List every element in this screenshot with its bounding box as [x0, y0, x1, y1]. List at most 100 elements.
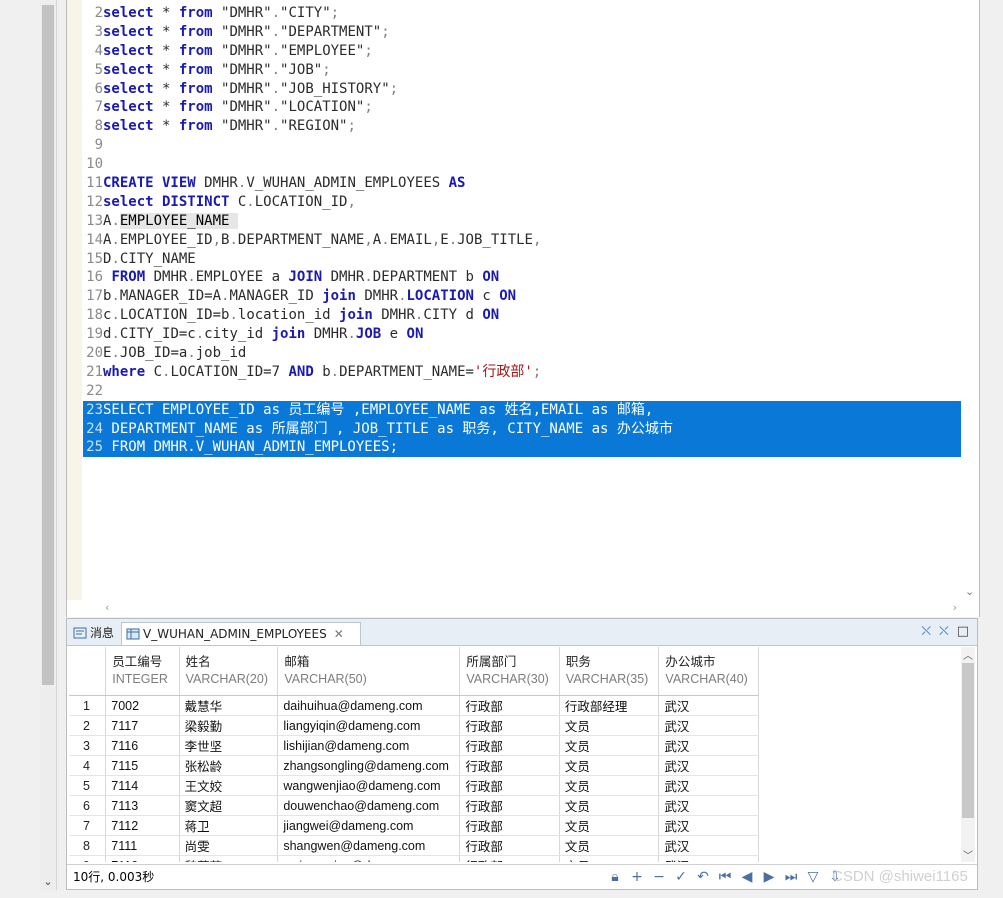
table-cell[interactable]: 行政部: [459, 795, 560, 816]
row-number[interactable]: 3: [69, 735, 107, 756]
scroll-right-icon[interactable]: ›: [953, 601, 957, 614]
next-page-icon[interactable]: ▶: [761, 865, 777, 889]
pin-all-icon[interactable]: ⛌: [939, 624, 949, 639]
table-cell[interactable]: 武汉: [658, 715, 759, 736]
row-number[interactable]: 8: [69, 835, 107, 856]
table-cell[interactable]: 王文姣: [179, 775, 279, 796]
table-cell[interactable]: 7002: [105, 695, 180, 716]
code-line[interactable]: 6select * from "DMHR"."JOB_HISTORY";: [83, 80, 961, 99]
prev-page-icon[interactable]: ◀: [739, 865, 755, 889]
table-cell[interactable]: 武汉: [658, 775, 759, 796]
code-line[interactable]: 4select * from "DMHR"."EMPLOYEE";: [83, 42, 961, 61]
table-row[interactable]: 7 7112 蒋卫 jiangwei@dameng.com 行政部 文员 武汉: [69, 815, 759, 836]
table-cell[interactable]: daihuihua@dameng.com: [277, 695, 461, 716]
row-number[interactable]: 6: [69, 795, 107, 816]
code-line[interactable]: 17b.MANAGER_ID=A.MANAGER_ID join DMHR.LO…: [83, 287, 961, 306]
table-cell[interactable]: 行政部: [459, 735, 560, 756]
code-line[interactable]: 3select * from "DMHR"."DEPARTMENT";: [83, 23, 961, 42]
code-line[interactable]: 5select * from "DMHR"."JOB";: [83, 61, 961, 80]
table-cell[interactable]: 武汉: [658, 795, 759, 816]
scroll-down-icon[interactable]: ⌄: [965, 585, 974, 598]
table-cell[interactable]: 行政部: [459, 855, 560, 862]
table-cell[interactable]: zhangsongling@dameng.com: [277, 755, 461, 776]
row-number[interactable]: 7: [69, 815, 107, 836]
table-cell[interactable]: 7112: [105, 815, 180, 836]
table-cell[interactable]: 窦文超: [179, 795, 279, 816]
editor-horizontal-scrollbar[interactable]: ‹ ›: [97, 601, 961, 615]
table-cell[interactable]: 文员: [559, 775, 660, 796]
column-header[interactable]: 办公城市 VARCHAR(40): [658, 647, 759, 696]
outer-vertical-scrollbar[interactable]: ⌄: [40, 0, 57, 890]
undo-icon[interactable]: ↶: [695, 865, 711, 889]
table-cell[interactable]: jiangwei@dameng.com: [277, 815, 461, 836]
code-line[interactable]: 20E.JOB_ID=a.job_id: [83, 344, 961, 363]
table-cell[interactable]: 7114: [105, 775, 180, 796]
table-row[interactable]: 6 7113 窦文超 douwenchao@dameng.com 行政部 文员 武汉: [69, 795, 759, 816]
table-cell[interactable]: liangyiqin@dameng.com: [277, 715, 461, 736]
table-row[interactable]: 3 7116 李世坚 lishijian@dameng.com 行政部 文员 武汉: [69, 735, 759, 756]
table-cell[interactable]: 文员: [559, 755, 660, 776]
scroll-left-icon[interactable]: ‹: [105, 601, 109, 614]
result-vertical-scrollbar[interactable]: ︿ ﹀: [961, 647, 975, 862]
code-line[interactable]: 18c.LOCATION_ID=b.location_id join DMHR.…: [83, 306, 961, 325]
table-cell[interactable]: 行政部: [459, 695, 560, 716]
code-line[interactable]: 23SELECT EMPLOYEE_ID as 员工编号 ,EMPLOYEE_N…: [83, 400, 961, 420]
last-page-icon[interactable]: ⏭: [783, 865, 799, 889]
code-line[interactable]: 24 DEPARTMENT_NAME as 所属部门 , JOB_TITLE a…: [83, 419, 961, 439]
table-cell[interactable]: 行政部: [459, 715, 560, 736]
table-cell[interactable]: 魏蓉萍: [179, 855, 279, 862]
row-number[interactable]: 2: [69, 715, 107, 736]
table-cell[interactable]: 梁毅勤: [179, 715, 279, 736]
table-cell[interactable]: lishijian@dameng.com: [277, 735, 461, 756]
row-number[interactable]: 9: [69, 855, 107, 862]
table-cell[interactable]: 文员: [559, 855, 660, 862]
commit-icon[interactable]: ✓: [673, 865, 689, 889]
table-cell[interactable]: 张松龄: [179, 755, 279, 776]
table-cell[interactable]: 武汉: [658, 855, 759, 862]
sql-editor[interactable]: 2select * from "DMHR"."CITY"; 3select * f…: [66, 0, 980, 617]
result-grid[interactable]: 员工编号 INTEGER 姓名 VARCHAR(20) 邮箱 VARCHAR(50) 所属部…: [69, 647, 759, 862]
tab-messages[interactable]: 消息: [69, 622, 118, 644]
column-header[interactable]: 所属部门 VARCHAR(30): [459, 647, 560, 696]
table-cell[interactable]: wangwenjiao@dameng.com: [277, 775, 461, 796]
pin-icon[interactable]: ⛌: [921, 624, 931, 639]
table-cell[interactable]: 文员: [559, 795, 660, 816]
table-row[interactable]: 97110魏蓉萍weirongping@dameng.com行政部文员武汉: [69, 855, 759, 862]
result-scroll-thumb[interactable]: [962, 663, 974, 818]
code-line[interactable]: 14A.EMPLOYEE_ID,B.DEPARTMENT_NAME,A.EMAI…: [83, 231, 961, 250]
table-row[interactable]: 4 7115 张松龄 zhangsongling@dameng.com 行政部 文员 武汉: [69, 755, 759, 776]
table-cell[interactable]: douwenchao@dameng.com: [277, 795, 461, 816]
row-number[interactable]: 5: [69, 775, 107, 796]
lock-icon[interactable]: 🔒︎: [607, 865, 623, 889]
table-cell[interactable]: 蒋卫: [179, 815, 279, 836]
table-row[interactable]: 2 7117 梁毅勤 liangyiqin@dameng.com 行政部 文员 武汉: [69, 715, 759, 736]
table-cell[interactable]: 武汉: [658, 755, 759, 776]
code-line[interactable]: 21where C.LOCATION_ID=7 AND b.DEPARTMENT…: [83, 363, 961, 382]
row-number[interactable]: 1: [69, 695, 107, 716]
table-row[interactable]: 5 7114 王文姣 wangwenjiao@dameng.com 行政部 文员 武汉: [69, 775, 759, 796]
code-line[interactable]: 10: [83, 155, 961, 174]
code-line[interactable]: 25 FROM DMHR.V_WUHAN_ADMIN_EMPLOYEES;: [83, 438, 961, 458]
code-area[interactable]: 2select * from "DMHR"."CITY"; 3select * f…: [83, 4, 961, 458]
code-line[interactable]: 8select * from "DMHR"."REGION";: [83, 117, 961, 136]
editor-vertical-scrollbar[interactable]: ⌄: [963, 0, 979, 600]
table-row[interactable]: 1 7002 戴慧华 daihuihua@dameng.com 行政部 行政部经理 武汉: [69, 695, 759, 716]
code-line[interactable]: 19d.CITY_ID=c.city_id join DMHR.JOB e ON: [83, 325, 961, 344]
scroll-down-icon[interactable]: ⌄: [42, 876, 54, 888]
table-cell[interactable]: 7115: [105, 755, 180, 776]
table-cell[interactable]: 武汉: [658, 815, 759, 836]
code-line[interactable]: 13A.EMPLOYEE_NAME: [83, 212, 961, 231]
code-line[interactable]: 16 FROM DMHR.EMPLOYEE a JOIN DMHR.DEPART…: [83, 268, 961, 287]
table-cell[interactable]: 文员: [559, 835, 660, 856]
table-cell[interactable]: 李世坚: [179, 735, 279, 756]
table-cell[interactable]: 文员: [559, 815, 660, 836]
table-cell[interactable]: 行政部: [459, 775, 560, 796]
table-cell[interactable]: 尚雯: [179, 835, 279, 856]
table-row[interactable]: 8 7111 尚雯 shangwen@dameng.com 行政部 文员 武汉: [69, 835, 759, 856]
row-number[interactable]: 4: [69, 755, 107, 776]
outer-scroll-thumb[interactable]: [42, 5, 54, 685]
maximize-icon[interactable]: □: [957, 624, 969, 639]
table-cell[interactable]: 7111: [105, 835, 180, 856]
column-header[interactable]: 姓名 VARCHAR(20): [179, 647, 279, 696]
table-cell[interactable]: 戴慧华: [179, 695, 279, 716]
